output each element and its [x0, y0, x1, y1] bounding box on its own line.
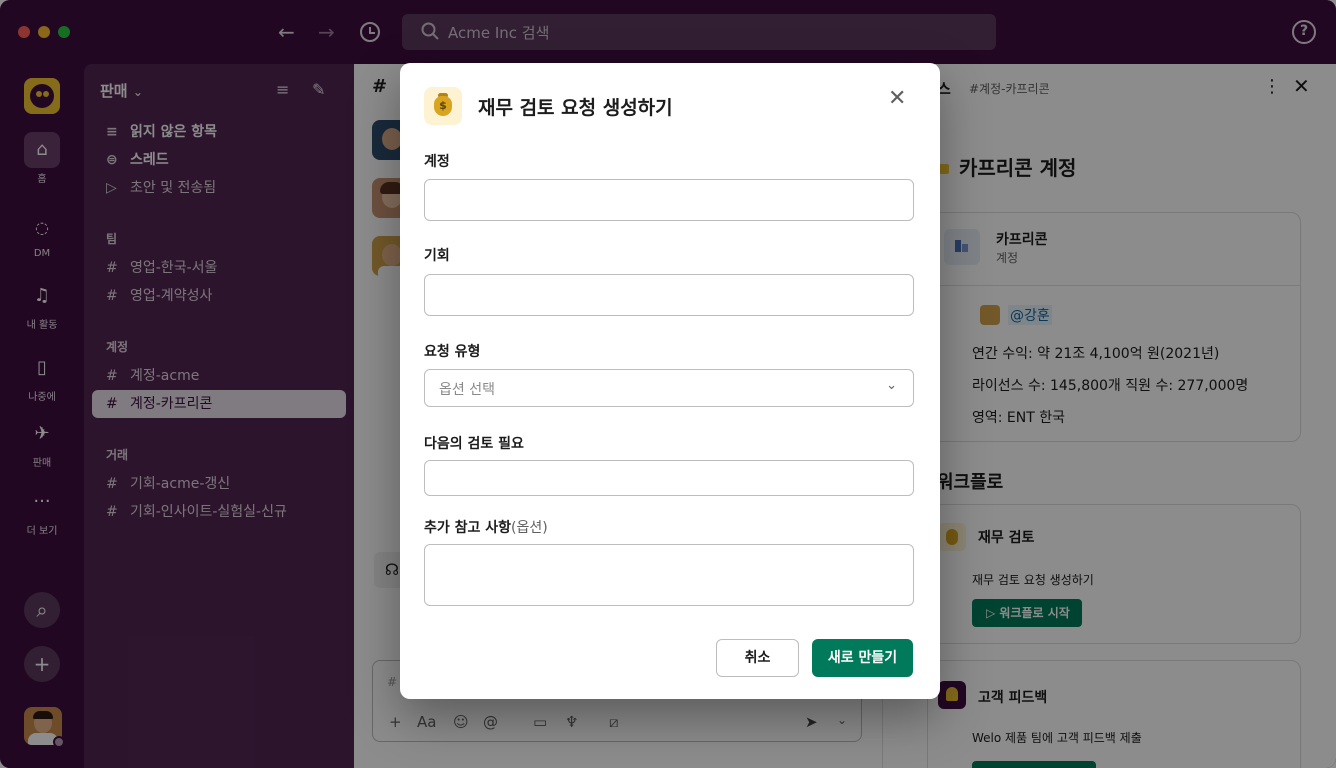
money-bag-icon: $	[424, 87, 462, 125]
field-label-opportunity: 기회	[424, 248, 450, 264]
opportunity-field[interactable]	[424, 274, 914, 316]
chevron-down-icon: ⌄	[886, 378, 897, 393]
close-icon[interactable]: ✕	[888, 87, 906, 111]
field-label-request-type: 요청 유형	[424, 344, 481, 360]
finance-review-modal: $ 재무 검토 요청 생성하기 ✕ 계정 기회 요청 유형 옵션 선택 ⌄ 다음…	[400, 63, 940, 699]
field-label-reviewers: 다음의 검토 필요	[424, 436, 524, 452]
notes-field[interactable]	[424, 544, 914, 606]
reviewers-field[interactable]	[424, 460, 914, 496]
account-field[interactable]	[424, 179, 914, 221]
select-placeholder: 옵션 선택	[439, 382, 495, 398]
create-button[interactable]: 새로 만들기	[812, 639, 913, 677]
field-label-notes: 추가 참고 사항(옵션)	[424, 520, 548, 536]
cancel-button[interactable]: 취소	[716, 639, 799, 677]
field-label-account: 계정	[424, 154, 450, 170]
modal-title: 재무 검토 요청 생성하기	[478, 97, 673, 119]
request-type-select[interactable]: 옵션 선택 ⌄	[424, 369, 914, 407]
